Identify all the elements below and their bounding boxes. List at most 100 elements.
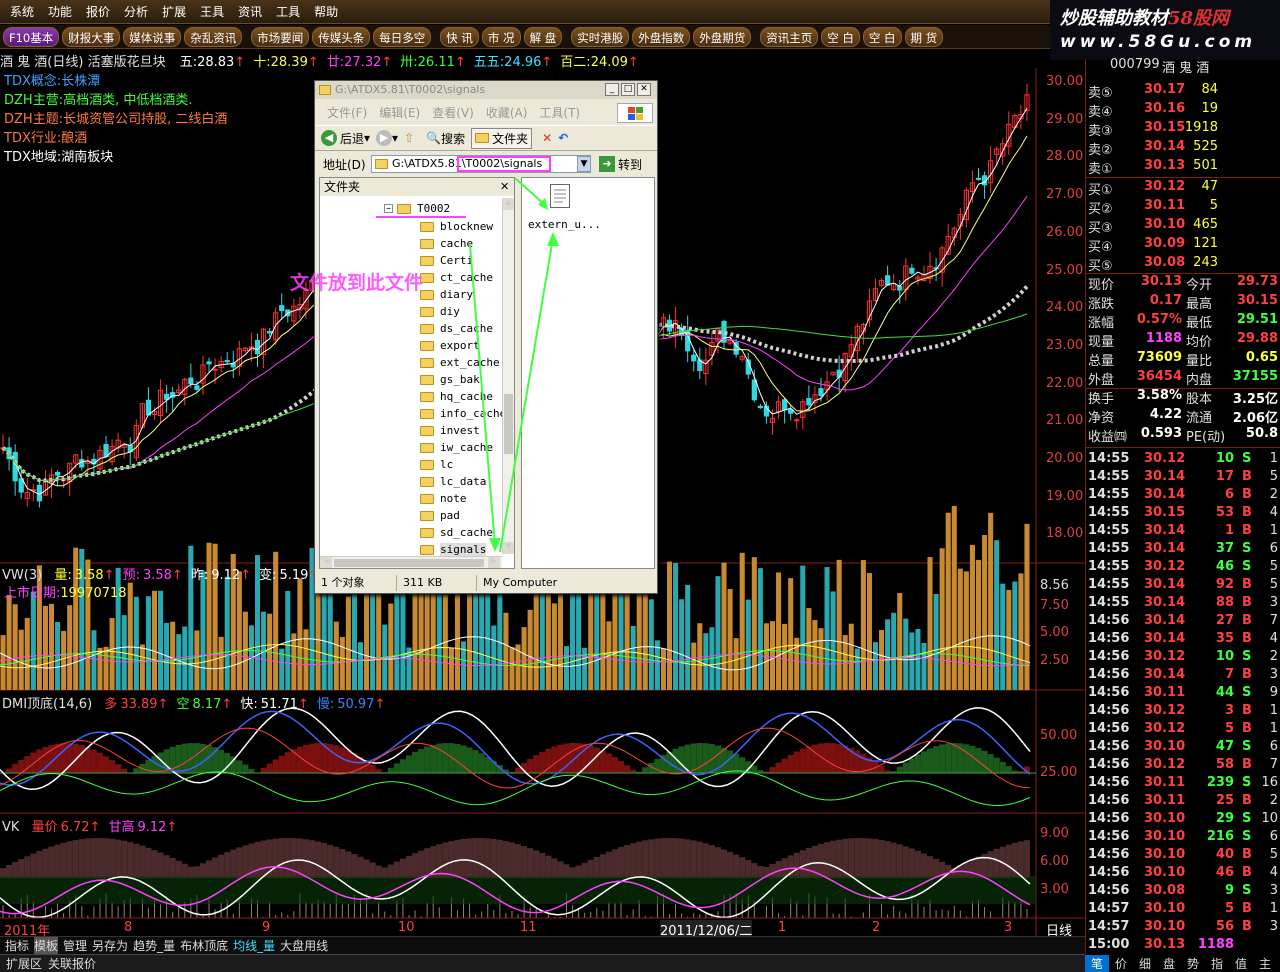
folder-item[interactable]: diy (420, 303, 460, 320)
folder-item[interactable]: info_cache (420, 405, 506, 422)
explorer-titlebar[interactable]: G:\ATDX5.81\T0002\signals _ □ ✕ (315, 81, 657, 99)
collapse-icon[interactable]: − (384, 204, 393, 213)
menu-item[interactable]: 分析 (124, 3, 148, 20)
folder-tree[interactable]: 文件夹 ✕ − T0002 blocknew cache Certi ct_cache di… (319, 177, 515, 569)
explorer-menu-item[interactable]: 收藏(A) (486, 104, 528, 121)
toolbar-button[interactable]: 资讯主页 (760, 26, 819, 47)
folder-item[interactable]: export (420, 337, 480, 354)
toolbar-button[interactable]: 财报大事 (62, 26, 121, 47)
explorer-menu-item[interactable]: 文件(F) (327, 104, 367, 121)
hscroll-thumb[interactable] (334, 559, 484, 567)
toolbar-button[interactable]: 市 况 (481, 26, 521, 47)
minimize-icon[interactable]: _ (605, 83, 619, 96)
scroll-right-icon[interactable]: ▶ (488, 557, 500, 568)
menu-item[interactable]: 工具 (276, 3, 300, 20)
folder-item[interactable]: sd_cache (420, 524, 493, 541)
indicator-tab[interactable]: 模板 (34, 937, 59, 954)
folders-button[interactable]: 文件夹 (471, 127, 533, 149)
close-icon[interactable]: ✕ (500, 178, 509, 196)
toolbar-button[interactable]: 解 盘 (523, 26, 563, 47)
quote-tab[interactable]: 盘 (1157, 955, 1181, 972)
go-button[interactable]: ➜ 转到 (599, 155, 642, 173)
indicator-tab[interactable]: 大盘用线 (280, 937, 328, 954)
folder-item[interactable]: ext_cache (420, 354, 500, 371)
toolbar-button[interactable]: 外盘指数 (632, 26, 691, 47)
indicator-tab[interactable]: 管理 (63, 937, 87, 954)
quote-tab[interactable]: 主 (1253, 955, 1277, 972)
folder-item[interactable]: pad (420, 507, 460, 524)
indicator-tab[interactable]: 另存为 (92, 937, 128, 954)
menu-item[interactable]: 系统 (10, 3, 34, 20)
explorer-menu-item[interactable]: 查看(V) (432, 104, 474, 121)
toolbar-button[interactable]: 空 白 (821, 26, 860, 47)
file-icon[interactable] (550, 184, 570, 208)
undo-button[interactable]: ↶ (558, 131, 568, 145)
indicator-tab[interactable]: 均线_量 (233, 937, 275, 954)
quote-tab[interactable]: 值 (1229, 955, 1253, 972)
toolbar-button[interactable]: 媒体说事 (123, 26, 182, 47)
close-icon[interactable]: ✕ (637, 83, 651, 96)
folder-item[interactable]: gs_bak (420, 371, 480, 388)
folder-item[interactable]: ct_cache (420, 269, 493, 286)
folder-item[interactable]: blocknew (420, 218, 493, 235)
indicator-tab[interactable]: 趋势_量 (133, 937, 175, 954)
toolbar-button[interactable]: 传媒头条 (312, 26, 371, 47)
date-mark: 1 (778, 920, 787, 935)
folder-item[interactable]: cache (420, 235, 473, 252)
up-arrow-icon: ↑ (240, 568, 252, 583)
scroll-left-icon[interactable]: ◀ (320, 557, 332, 568)
scroll-thumb[interactable] (504, 394, 513, 454)
up-folder-button[interactable]: ⇧ (404, 131, 414, 145)
delete-button[interactable]: ✕ (542, 131, 552, 145)
explorer-menu-item[interactable]: 工具(T) (539, 104, 580, 121)
tree-root-folder[interactable]: − T0002 (384, 200, 450, 217)
explorer-menu-item[interactable]: 编辑(E) (379, 104, 420, 121)
horizontal-scrollbar[interactable]: ◀ ▶ (320, 556, 502, 568)
indicator-tab[interactable]: 布林顶底 (180, 937, 228, 954)
file-name[interactable]: extern_u... (528, 218, 601, 231)
address-input[interactable]: G:\ATDX5.81\T0002\signals (371, 155, 591, 173)
toolbar-button[interactable]: 实时港股 (571, 26, 630, 47)
bottom-tab[interactable]: 关联报价 (48, 955, 96, 972)
folder-item[interactable]: ds_cache (420, 320, 493, 337)
folder-item[interactable]: invest (420, 422, 480, 439)
toolbar-button[interactable]: 市场要闻 (251, 26, 310, 47)
maximize-icon[interactable]: □ (621, 83, 635, 96)
toolbar-button[interactable]: 期 货 (904, 26, 944, 47)
toolbar-button[interactable]: 快 讯 (440, 26, 479, 47)
folder-item[interactable]: diary (420, 286, 473, 303)
menu-item[interactable]: 王具 (200, 3, 224, 20)
folder-item[interactable]: note (420, 490, 467, 507)
bottom-tab[interactable]: 扩展区 (6, 955, 42, 972)
folder-item[interactable]: iw_cache (420, 439, 493, 456)
indicator-tab[interactable]: 指标 (5, 937, 29, 954)
quote-tab[interactable]: 细 (1133, 955, 1157, 972)
toolbar-button[interactable]: 空 白 (862, 26, 902, 47)
menu-item[interactable]: 功能 (48, 3, 72, 20)
menu-item[interactable]: 报价 (86, 3, 110, 20)
menu-item[interactable]: 扩展 (162, 3, 186, 20)
toolbar-button[interactable]: 外盘期货 (693, 26, 752, 47)
quote-tab[interactable]: 势 (1181, 955, 1205, 972)
quote-tab[interactable]: 指 (1205, 955, 1229, 972)
menu-item[interactable]: 资讯 (238, 3, 262, 20)
explorer-window[interactable]: G:\ATDX5.81\T0002\signals _ □ ✕ 文件(F) 编辑(… (314, 80, 658, 594)
quote-tab[interactable]: 价 (1109, 955, 1133, 972)
vertical-scrollbar[interactable]: ▲ ▼ (502, 198, 514, 554)
file-list[interactable]: extern_u... (521, 177, 655, 569)
folder-item[interactable]: hq_cache (420, 388, 493, 405)
folder-item[interactable]: lc (420, 456, 453, 473)
scroll-down-icon[interactable]: ▼ (503, 542, 514, 554)
forward-button[interactable]: ▶ ▾ (376, 130, 398, 146)
scroll-up-icon[interactable]: ▲ (503, 198, 514, 210)
back-button[interactable]: ◀ 后退 ▾ (321, 130, 370, 147)
folder-item[interactable]: lc_data (420, 473, 486, 490)
address-dropdown-icon[interactable]: ▼ (577, 156, 591, 172)
toolbar-button[interactable]: 杂乱资讯 (184, 26, 243, 47)
quote-tab[interactable]: 笔 (1085, 954, 1109, 972)
toolbar-button[interactable]: 每日多空 (373, 26, 432, 47)
toolbar-button[interactable]: F10基本 (3, 26, 60, 47)
folder-item[interactable]: Certi (420, 252, 473, 269)
search-button[interactable]: 🔍 搜索 (426, 130, 465, 147)
menu-item[interactable]: 帮助 (314, 3, 338, 20)
